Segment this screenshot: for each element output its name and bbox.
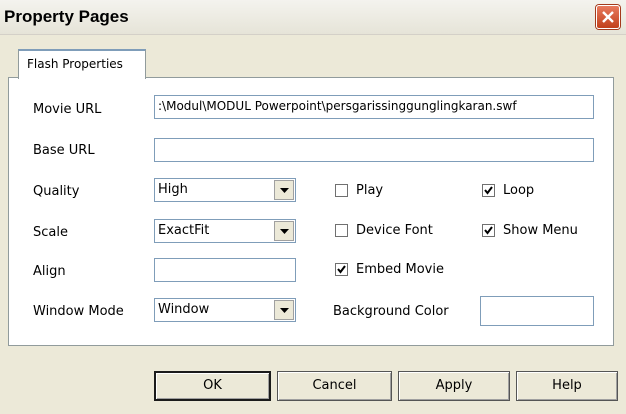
chevron-down-icon xyxy=(280,229,289,234)
show-menu-checkbox[interactable] xyxy=(482,224,495,237)
base-url-label: Base URL xyxy=(33,143,95,158)
background-color-label: Background Color xyxy=(333,304,449,319)
chevron-down-icon xyxy=(280,308,289,313)
window-mode-dropdown-button[interactable] xyxy=(274,300,294,320)
quality-label: Quality xyxy=(33,184,80,199)
embed-movie-checkbox[interactable] xyxy=(335,263,348,276)
window-title: Property Pages xyxy=(4,7,129,26)
tab-label: Flash Properties xyxy=(27,57,123,71)
background-color-field[interactable] xyxy=(480,296,594,326)
base-url-field[interactable] xyxy=(154,138,594,162)
quality-dropdown-button[interactable] xyxy=(274,180,294,200)
loop-label: Loop xyxy=(503,183,535,198)
close-button[interactable] xyxy=(596,5,620,29)
device-font-label: Device Font xyxy=(356,223,433,238)
window-mode-value: Window xyxy=(158,302,210,317)
play-checkbox[interactable] xyxy=(335,184,348,197)
ok-button[interactable]: OK xyxy=(154,371,271,401)
chevron-down-icon xyxy=(280,188,289,193)
title-bar: Property Pages xyxy=(0,0,626,35)
cancel-button[interactable]: Cancel xyxy=(277,371,392,401)
close-icon xyxy=(602,11,614,23)
align-label: Align xyxy=(33,264,66,279)
window-mode-label: Window Mode xyxy=(33,304,124,319)
device-font-checkbox[interactable] xyxy=(335,224,348,237)
movie-url-field[interactable]: :\Modul\MODUL Powerpoint\persgarissinggu… xyxy=(154,95,594,119)
checkmark-icon xyxy=(484,186,493,195)
align-field[interactable] xyxy=(154,258,296,282)
play-label: Play xyxy=(356,183,384,198)
show-menu-label: Show Menu xyxy=(503,223,578,238)
window-mode-select[interactable]: Window xyxy=(154,298,296,322)
scale-dropdown-button[interactable] xyxy=(274,221,294,241)
quality-select[interactable]: High xyxy=(154,178,296,202)
movie-url-label: Movie URL xyxy=(33,102,102,117)
quality-value: High xyxy=(158,182,188,197)
embed-movie-label: Embed Movie xyxy=(356,262,444,277)
scale-value: ExactFit xyxy=(158,223,210,238)
tab-flash-properties[interactable]: Flash Properties xyxy=(18,49,146,79)
loop-checkbox[interactable] xyxy=(482,184,495,197)
checkmark-icon xyxy=(337,265,346,274)
scale-select[interactable]: ExactFit xyxy=(154,219,296,243)
checkmark-icon xyxy=(484,226,493,235)
help-button[interactable]: Help xyxy=(516,371,618,401)
scale-label: Scale xyxy=(33,225,68,240)
apply-button[interactable]: Apply xyxy=(398,371,510,401)
